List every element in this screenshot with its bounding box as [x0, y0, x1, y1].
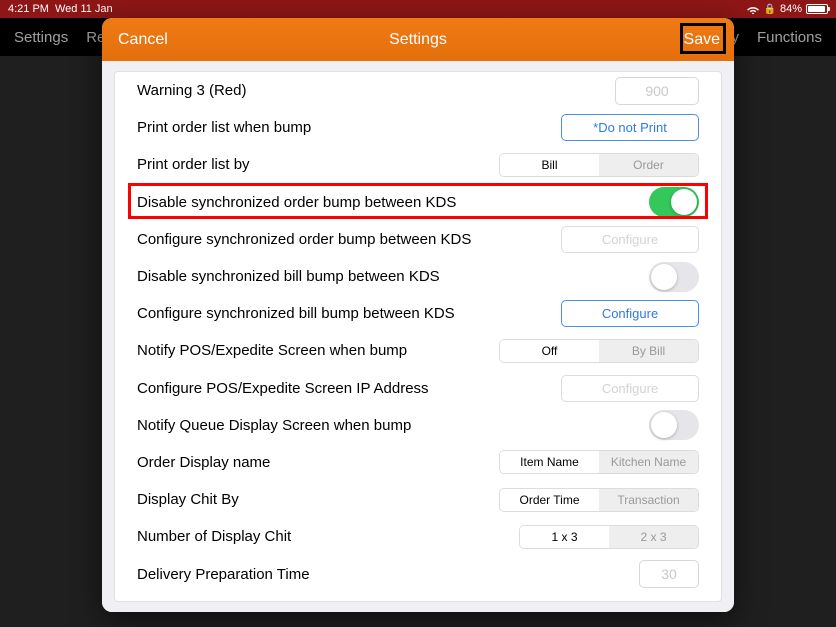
row-delivery-prep: Delivery Preparation Time 30	[137, 555, 699, 592]
button-config-sync-bill[interactable]: Configure	[561, 300, 699, 327]
opt-order[interactable]: Order	[599, 154, 698, 176]
label-delivery-prep: Delivery Preparation Time	[137, 566, 639, 583]
battery-icon	[806, 4, 828, 14]
input-warning3[interactable]: 900	[615, 77, 699, 105]
opt-bill[interactable]: Bill	[500, 154, 599, 176]
label-disable-sync-bill: Disable synchronized bill bump between K…	[137, 268, 649, 285]
save-button[interactable]: Save	[684, 31, 720, 49]
row-config-sync-order: Configure synchronized order bump betwee…	[137, 221, 699, 258]
toggle-disable-sync-order[interactable]	[649, 187, 699, 217]
button-do-not-print[interactable]: *Do not Print	[561, 114, 699, 141]
segment-print-by[interactable]: Bill Order	[499, 153, 699, 177]
row-disable-sync-order: Disable synchronized order bump between …	[137, 184, 699, 221]
opt-1x3[interactable]: 1 x 3	[520, 526, 609, 548]
bg-nav-settings[interactable]: Settings	[14, 29, 68, 46]
modal-title: Settings	[389, 31, 447, 49]
opt-transaction[interactable]: Transaction	[599, 489, 698, 511]
opt-kitchen-name[interactable]: Kitchen Name	[599, 451, 698, 473]
battery-percent: 84%	[780, 3, 802, 15]
row-notify-queue: Notify Queue Display Screen when bump	[137, 407, 699, 444]
label-print-by: Print order list by	[137, 156, 499, 173]
status-date: Wed 11 Jan	[55, 3, 113, 15]
row-num-chit: Number of Display Chit 1 x 3 2 x 3	[137, 518, 699, 555]
label-warning3: Warning 3 (Red)	[137, 82, 615, 99]
opt-item-name[interactable]: Item Name	[500, 451, 599, 473]
row-print-bump: Print order list when bump *Do not Print	[137, 109, 699, 146]
label-config-sync-bill: Configure synchronized bill bump between…	[137, 305, 561, 322]
cancel-button[interactable]: Cancel	[118, 31, 168, 49]
segment-display-name[interactable]: Item Name Kitchen Name	[499, 450, 699, 474]
input-delivery-prep[interactable]: 30	[639, 560, 699, 588]
modal-body: Warning 3 (Red) 900 Print order list whe…	[102, 61, 734, 612]
bg-nav-functions[interactable]: Functions	[757, 29, 822, 46]
wifi-icon	[746, 4, 760, 14]
segment-notify-pos[interactable]: Off By Bill	[499, 339, 699, 363]
row-config-ip: Configure POS/Expedite Screen IP Address…	[137, 370, 699, 407]
status-time: 4:21 PM	[8, 3, 49, 15]
row-display-name: Order Display name Item Name Kitchen Nam…	[137, 444, 699, 481]
opt-2x3[interactable]: 2 x 3	[609, 526, 698, 548]
row-disable-sync-bill: Disable synchronized bill bump between K…	[137, 258, 699, 295]
settings-list[interactable]: Warning 3 (Red) 900 Print order list whe…	[114, 71, 722, 602]
label-print-bump: Print order list when bump	[137, 119, 561, 136]
row-notify-pos: Notify POS/Expedite Screen when bump Off…	[137, 332, 699, 369]
opt-off[interactable]: Off	[500, 340, 599, 362]
toggle-disable-sync-bill[interactable]	[649, 262, 699, 292]
label-notify-pos: Notify POS/Expedite Screen when bump	[137, 342, 499, 359]
modal-header: Cancel Settings Save	[102, 18, 734, 61]
status-bar: 4:21 PM Wed 11 Jan 🔒 84%	[0, 0, 836, 18]
label-notify-queue: Notify Queue Display Screen when bump	[137, 417, 649, 434]
label-disable-sync-order: Disable synchronized order bump between …	[137, 194, 649, 211]
opt-order-time[interactable]: Order Time	[500, 489, 599, 511]
row-print-by: Print order list by Bill Order	[137, 146, 699, 183]
label-chit-by: Display Chit By	[137, 491, 499, 508]
row-warning3: Warning 3 (Red) 900	[137, 72, 699, 109]
button-config-ip[interactable]: Configure	[561, 375, 699, 402]
segment-num-chit[interactable]: 1 x 3 2 x 3	[519, 525, 699, 549]
label-display-name: Order Display name	[137, 454, 499, 471]
lock-icon: 🔒	[764, 4, 776, 15]
label-config-ip: Configure POS/Expedite Screen IP Address	[137, 380, 561, 397]
toggle-notify-queue[interactable]	[649, 410, 699, 440]
segment-chit-by[interactable]: Order Time Transaction	[499, 488, 699, 512]
label-config-sync-order: Configure synchronized order bump betwee…	[137, 231, 561, 248]
label-num-chit: Number of Display Chit	[137, 528, 519, 545]
row-config-sync-bill: Configure synchronized bill bump between…	[137, 295, 699, 332]
button-config-sync-order[interactable]: Configure	[561, 226, 699, 253]
row-chit-by: Display Chit By Order Time Transaction	[137, 481, 699, 518]
opt-by-bill[interactable]: By Bill	[599, 340, 698, 362]
settings-modal: Cancel Settings Save Warning 3 (Red) 900…	[102, 18, 734, 612]
